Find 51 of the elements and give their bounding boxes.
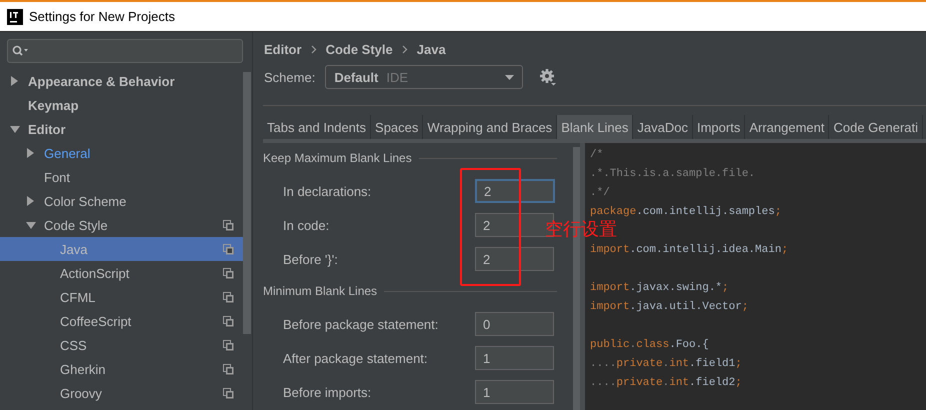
tree-item[interactable]: ActionScript: [0, 261, 243, 285]
code-line: import.com.intellij.idea.Main;: [590, 244, 788, 256]
tree-item[interactable]: CoffeeScript: [0, 309, 243, 333]
tree-item[interactable]: General: [0, 141, 243, 165]
tree-item[interactable]: Groovy: [0, 381, 243, 405]
code-line: ....private.int.field2;: [590, 376, 742, 388]
code-line: import.javax.swing.*;: [590, 282, 729, 294]
tree-item[interactable]: Gherkin: [0, 357, 243, 381]
tree-item[interactable]: Code Style: [0, 213, 243, 237]
field-label: In code:: [283, 218, 330, 232]
field-label: In declarations:: [283, 184, 372, 198]
chevron-icon: [310, 44, 317, 54]
scheme-dropdown[interactable]: Default IDE: [325, 65, 524, 89]
input-field[interactable]: 1: [475, 346, 554, 370]
tree-item[interactable]: CFML: [0, 285, 243, 309]
scheme-label: Scheme:: [264, 70, 316, 84]
tree-item[interactable]: Editor: [0, 117, 243, 141]
code-line: package.com.intellij.samples;: [590, 206, 782, 218]
code-line: .*.This.is.a.sample.file.: [590, 168, 756, 180]
caret-icon: [505, 74, 514, 80]
input-field[interactable]: 0: [475, 312, 554, 336]
breadcrumb-item[interactable]: Code Style: [326, 42, 393, 56]
chevron-icon: [402, 44, 408, 54]
field-label: Before imports:: [283, 384, 372, 400]
section-title: Minimum Blank Lines: [263, 284, 378, 298]
tree-item[interactable]: Color Scheme: [0, 189, 243, 213]
tree-item[interactable]: Font: [0, 165, 243, 189]
tree-item[interactable]: Keymap: [0, 93, 243, 117]
code-line: .*/: [590, 186, 610, 198]
section-title: Keep Maximum Blank Lines: [263, 151, 412, 165]
window-title: Settings for New Projects: [29, 9, 175, 24]
tree-item[interactable]: Appearance & Behavior: [0, 69, 243, 93]
input-field[interactable]: 1: [475, 380, 554, 404]
settings-icon: [539, 68, 558, 86]
breadcrumb-item[interactable]: Java: [416, 42, 446, 56]
tab[interactable]: Blank Lines: [557, 115, 634, 139]
input-field[interactable]: 2: [475, 247, 554, 271]
breadcrumb-item[interactable]: Editor: [264, 42, 302, 56]
search-icon: [12, 45, 28, 57]
search-field[interactable]: [7, 39, 243, 63]
field-label: After package statement:: [283, 350, 429, 366]
code-line: ....private.int.field1;: [590, 358, 742, 370]
tree-item[interactable]: CSS: [0, 333, 243, 357]
field-label: Before '}':: [283, 252, 339, 266]
scrollbar[interactable]: [243, 72, 251, 334]
code-line: public.class.Foo.{: [590, 338, 709, 350]
app-logo-icon: [7, 8, 23, 24]
code-line: /*: [590, 148, 604, 160]
field-label: Before package statement:: [283, 316, 440, 332]
input-field[interactable]: 2: [475, 179, 555, 203]
code-line: import.java.util.Vector;: [590, 300, 748, 312]
